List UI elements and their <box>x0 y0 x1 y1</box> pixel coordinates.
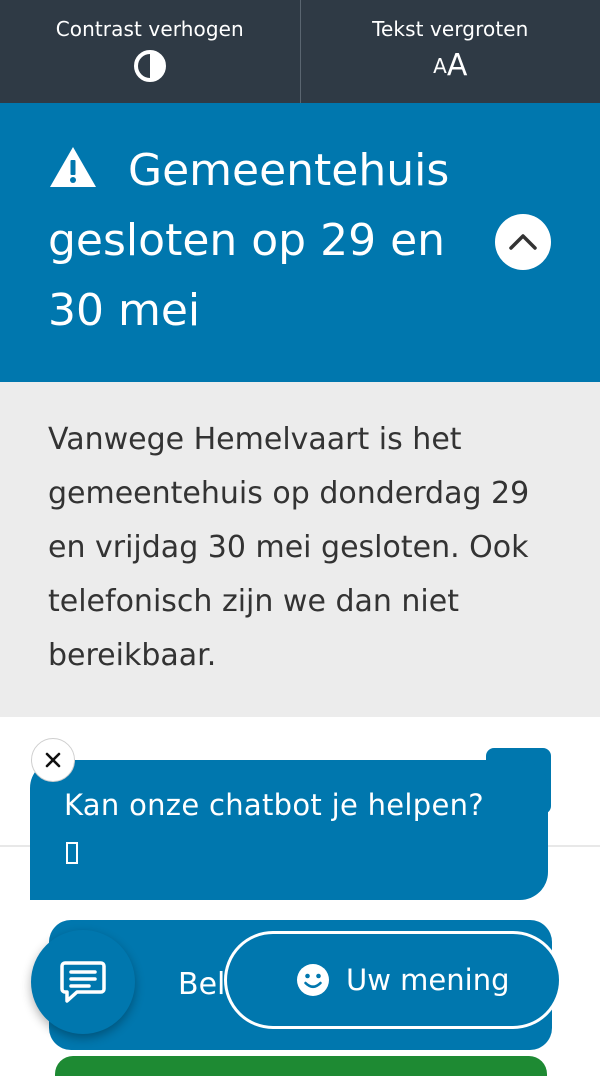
missing-glyph-icon <box>66 842 78 864</box>
collapse-alert-button[interactable] <box>495 214 551 270</box>
smiley-icon <box>296 963 330 997</box>
call-button-label: Bel <box>178 967 225 1002</box>
alert-banner: Gemeentehuis gesloten op 29 en 30 mei <box>0 103 600 382</box>
text-size-label: Tekst vergroten <box>372 17 528 41</box>
contrast-icon <box>133 49 167 83</box>
alert-body: Vanwege Hemelvaart is het gemeentehuis o… <box>0 382 600 717</box>
chatbot-prompt-text: Kan onze chatbot je helpen? <box>64 788 484 822</box>
contrast-label: Contrast verhogen <box>56 17 244 41</box>
close-icon <box>44 751 62 769</box>
feedback-button[interactable]: Uw mening <box>224 931 562 1029</box>
chatbot-launcher-button[interactable] <box>31 930 135 1034</box>
warning-icon <box>48 145 98 189</box>
contrast-toggle-button[interactable]: Contrast verhogen <box>0 0 300 103</box>
alert-message: Vanwege Hemelvaart is het gemeentehuis o… <box>48 413 568 683</box>
feedback-label: Uw mening <box>346 963 509 997</box>
text-size-button[interactable]: Tekst vergroten AA <box>300 0 600 103</box>
alert-title: Gemeentehuis gesloten op 29 en 30 mei <box>48 145 449 336</box>
green-button[interactable] <box>55 1056 547 1076</box>
text-size-icon: AA <box>433 49 467 83</box>
alert-title-row: Gemeentehuis gesloten op 29 en 30 mei <box>48 136 468 346</box>
chatbot-prompt-bubble[interactable]: Kan onze chatbot je helpen? <box>30 760 548 900</box>
chevron-up-icon <box>508 232 538 252</box>
close-chatbot-prompt-button[interactable] <box>31 738 75 782</box>
chat-icon <box>59 959 107 1005</box>
accessibility-bar: Contrast verhogen Tekst vergroten AA <box>0 0 600 103</box>
